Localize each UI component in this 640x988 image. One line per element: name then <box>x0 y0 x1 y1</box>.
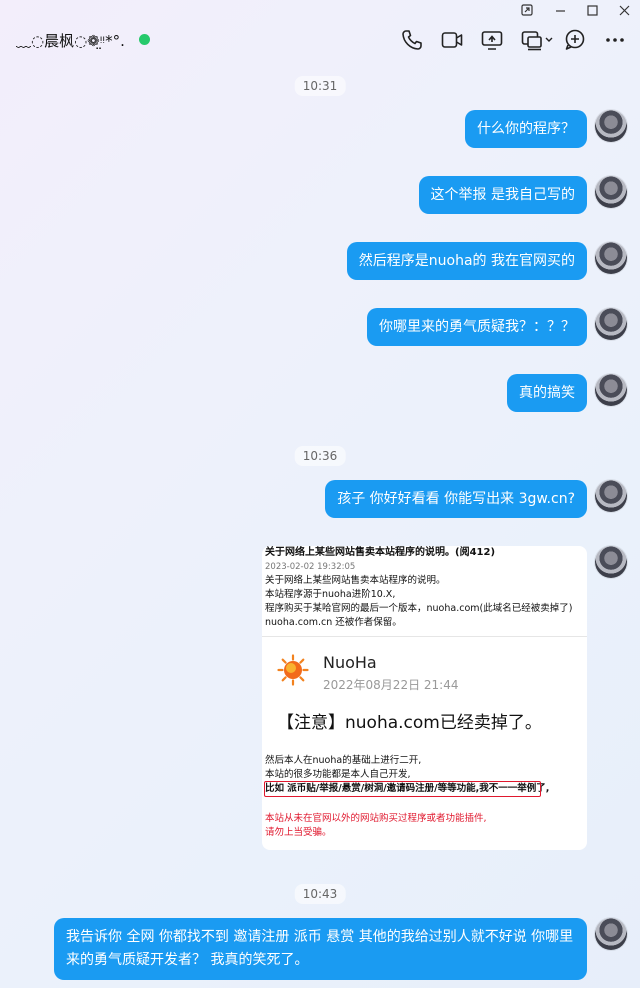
pin-icon[interactable] <box>510 0 544 20</box>
message-bubble[interactable]: 什么你的程序？ <box>465 110 587 148</box>
image-message[interactable]: 关于网络上某些网站售卖本站程序的说明。(阅412) 2023-02-02 19:… <box>262 546 587 850</box>
post-title: 关于网络上某些网站售卖本站程序的说明。(阅412) <box>265 547 496 558</box>
more-icon[interactable] <box>603 28 627 52</box>
timestamp: 10:43 <box>294 884 346 904</box>
post-line: 本站程序源于nuoha进阶10.X, <box>265 589 396 600</box>
post-line: nuoha.com.cn 还被作者保留。 <box>265 617 402 628</box>
sun-avatar-icon <box>277 654 309 686</box>
author-name: NuoHa <box>323 653 377 672</box>
author-date: 2022年08月22日 21:44 <box>323 678 459 692</box>
message-bubble[interactable]: 真的搞笑 <box>507 374 587 412</box>
highlight-box <box>264 781 541 797</box>
minimize-icon[interactable] <box>544 0 576 20</box>
avatar[interactable] <box>595 110 627 142</box>
message-bubble[interactable]: 然后程序是nuoha的 我在官网买的 <box>346 242 587 280</box>
post-line: 关于网络上某些网站售卖本站程序的说明。 <box>265 575 446 586</box>
avatar[interactable] <box>595 546 627 578</box>
avatar[interactable] <box>595 374 627 406</box>
notice-text: 【注意】nuoha.com已经卖掉了。 <box>277 713 542 733</box>
online-status-dot <box>139 34 150 45</box>
avatar[interactable] <box>595 242 627 274</box>
message-bubble[interactable]: 孩子 你好好看看 你能写出来 3gw.cn? <box>325 480 587 518</box>
divider <box>262 636 587 637</box>
contact-name[interactable]: ﹏◌晨枫◌❁ᵎ̤ᵎ*°. <box>16 30 125 51</box>
post-line: 程序购买于某哈官网的最后一个版本，nuoha.com(此域名已经被卖掉了) <box>265 603 573 614</box>
message-bubble[interactable]: 我告诉你 全网 你都找不到 邀请注册 派币 悬赏 其他的我给过别人就不好说 你哪… <box>54 918 587 980</box>
message-bubble[interactable]: 这个举报 是我自己写的 <box>418 176 587 214</box>
maximize-icon[interactable] <box>576 0 608 20</box>
image-top-section: 关于网络上某些网站售卖本站程序的说明。(阅412) 2023-02-02 19:… <box>265 546 572 630</box>
phone-icon[interactable] <box>400 28 424 52</box>
avatar[interactable] <box>595 308 627 340</box>
video-icon[interactable] <box>440 28 464 52</box>
timestamp: 10:31 <box>294 76 346 96</box>
warning-line: 请勿上当受骗。 <box>265 827 332 838</box>
warning-line: 本站从未在官网以外的网站购买过程序或者功能插件, <box>265 813 487 824</box>
add-icon[interactable] <box>563 28 587 52</box>
avatar[interactable] <box>595 480 627 512</box>
screen-share-icon[interactable] <box>480 28 504 52</box>
post-date: 2023-02-02 19:32:05 <box>265 562 356 572</box>
body-line: 本站的很多功能都是本人自己开发, <box>265 769 411 780</box>
window-controls <box>510 0 640 20</box>
remote-control-icon[interactable] <box>520 28 554 52</box>
avatar[interactable] <box>595 918 627 950</box>
body-line: 然后本人在nuoha的基础上进行二开, <box>265 755 422 766</box>
avatar[interactable] <box>595 176 627 208</box>
warning-text: 本站从未在官网以外的网站购买过程序或者功能插件, 请勿上当受骗。 <box>265 812 487 840</box>
close-icon[interactable] <box>608 0 640 20</box>
timestamp: 10:36 <box>294 446 346 466</box>
message-bubble[interactable]: 你哪里来的勇气质疑我？：？？ <box>367 308 587 346</box>
